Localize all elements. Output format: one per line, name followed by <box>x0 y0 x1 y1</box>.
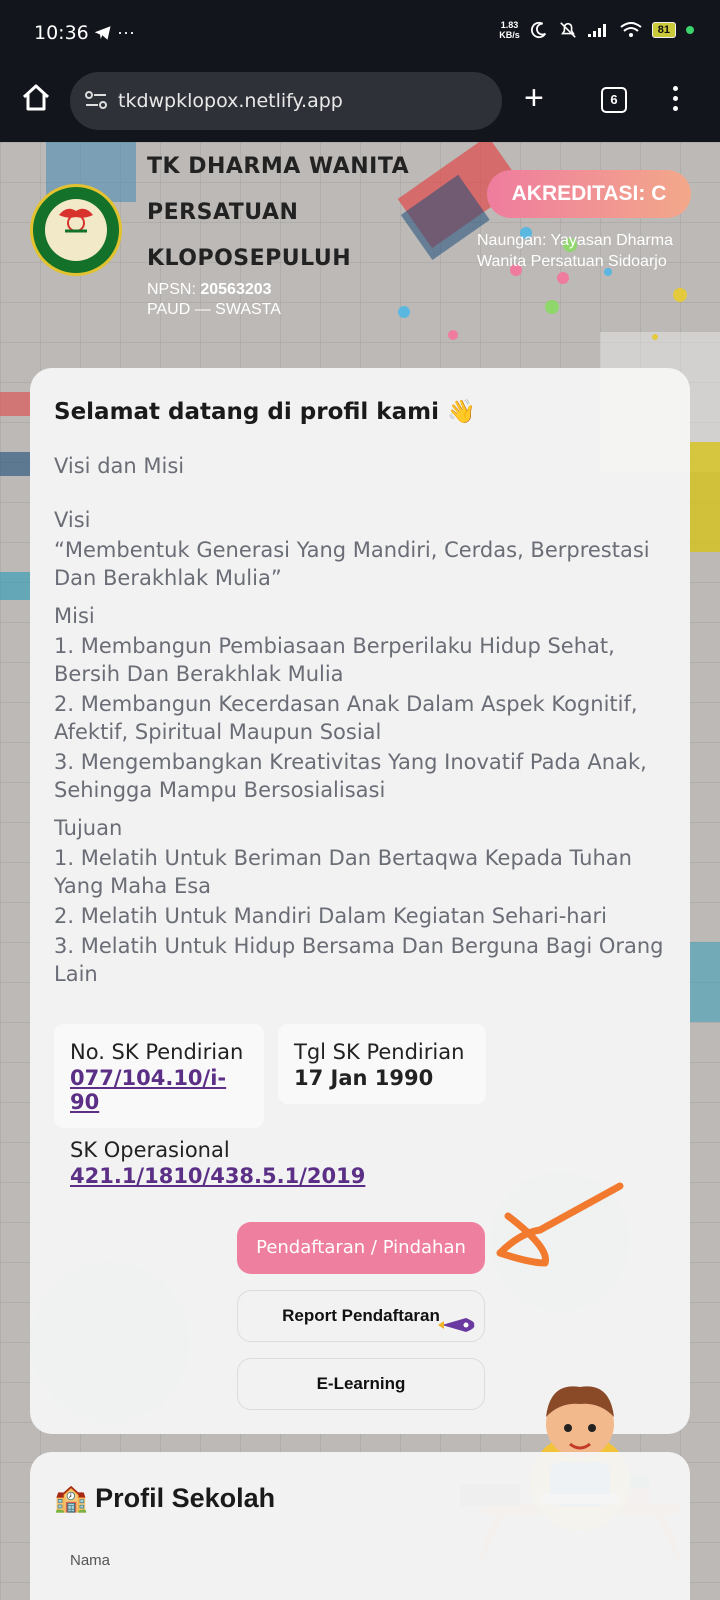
school-logo <box>30 184 122 276</box>
naungan-text: Naungan: Yayasan Dharma Wanita Persatuan… <box>477 232 673 270</box>
page-content: TK DHARMA WANITA PERSATUAN KLOPOSEPULUH … <box>0 142 720 1600</box>
privacy-dot <box>686 26 694 34</box>
rocket-icon <box>438 1318 475 1332</box>
section-heading: Visi dan Misi <box>54 454 185 478</box>
misi-label: Misi <box>54 604 95 628</box>
signal-icon <box>587 24 606 37</box>
tgl-sk-value: 17 Jan 1990 <box>294 1066 434 1090</box>
url-text: tkdwpklopox.netlify.app <box>118 90 343 112</box>
sk-pendirian-label: No. SK Pendirian <box>70 1040 244 1064</box>
status-right: 1.83 KB/s 81 <box>499 20 694 40</box>
misi-item: 1. Membangun Pembiasaan Berperilaku Hidu… <box>54 634 615 686</box>
sk-pendirian-box: No. SK Pendirian 077/104.10/i-90 <box>54 1024 264 1128</box>
profile-welcome-card: Selamat datang di profil kami 👋 Visi dan… <box>30 368 690 1434</box>
visi-text: “Membentuk Generasi Yang Mandiri, Cerdas… <box>54 538 650 590</box>
sk-operasional-label: SK Operasional <box>70 1138 230 1162</box>
new-tab-icon[interactable]: + <box>524 81 544 115</box>
status-left-icons: ··· <box>94 22 135 43</box>
tujuan-item: 3. Melatih Untuk Hidup Bersama Dan Bergu… <box>54 934 664 986</box>
browser-toolbar: tkdwpklopox.netlify.app + 6 <box>0 62 720 142</box>
e-learning-button[interactable]: E-Learning <box>237 1358 485 1410</box>
moon-icon <box>530 21 546 39</box>
overflow-menu-icon[interactable] <box>673 86 681 116</box>
network-speed: 1.83 KB/s <box>499 20 520 40</box>
tgl-sk-box: Tgl SK Pendirian 17 Jan 1990 <box>278 1024 486 1104</box>
profil-sekolah-card: 🏫 Profil Sekolah Nama <box>30 1452 690 1600</box>
school-name: TK DHARMA WANITA PERSATUAN KLOPOSEPULUH <box>147 154 410 271</box>
visi-misi-content: Visi dan Misi Visi “Membentuk Generasi Y… <box>54 452 674 990</box>
sk-pendirian-link[interactable]: 077/104.10/i-90 <box>70 1066 248 1114</box>
tujuan-item: 2. Melatih Untuk Mandiri Dalam Kegiatan … <box>54 904 607 928</box>
status-time: 10:36 <box>34 22 89 44</box>
status-bar: 10:36 ··· 1.83 KB/s 81 <box>0 0 720 62</box>
visi-label: Visi <box>54 508 91 532</box>
akreditasi-badge: AKREDITASI: C <box>487 170 691 218</box>
confetti-dot <box>557 272 569 284</box>
welcome-title: Selamat datang di profil kami 👋 <box>54 399 476 425</box>
nama-field-label: Nama <box>70 1552 111 1569</box>
site-settings-icon[interactable] <box>84 89 108 111</box>
wifi-icon <box>620 22 642 37</box>
more-dots-icon: ··· <box>117 22 135 42</box>
sk-operasional-box: SK Operasional 421.1/1810/438.5.1/2019 <box>54 1122 365 1202</box>
confetti-dot <box>652 334 658 340</box>
tujuan-label: Tujuan <box>54 816 123 840</box>
confetti-dot <box>398 306 410 318</box>
profil-sekolah-title: 🏫 Profil Sekolah <box>54 1483 276 1513</box>
mute-icon <box>559 22 576 38</box>
confetti-dot <box>448 330 458 340</box>
annotation-check-mark <box>496 1182 624 1267</box>
pendaftaran-button[interactable]: Pendaftaran / Pindahan <box>237 1222 485 1274</box>
sk-operasional-link[interactable]: 421.1/1810/438.5.1/2019 <box>70 1164 365 1188</box>
misi-item: 3. Mengembangkan Kreativitas Yang Inovat… <box>54 750 647 802</box>
battery-indicator: 81 <box>651 22 676 38</box>
tujuan-item: 1. Melatih Untuk Beriman Dan Bertaqwa Ke… <box>54 846 632 898</box>
address-bar[interactable]: tkdwpklopox.netlify.app <box>70 72 502 130</box>
confetti-dot <box>673 288 687 302</box>
npsn-info: NPSN: 20563203 PAUD — SWASTA <box>147 281 281 318</box>
confetti-dot <box>545 300 559 314</box>
tab-switcher-button[interactable]: 6 <box>601 87 627 113</box>
misi-item: 2. Membangun Kecerdasan Anak Dalam Aspek… <box>54 692 638 744</box>
home-icon[interactable] <box>20 82 52 114</box>
telegram-icon <box>94 26 111 40</box>
tgl-sk-label: Tgl SK Pendirian <box>294 1040 465 1064</box>
